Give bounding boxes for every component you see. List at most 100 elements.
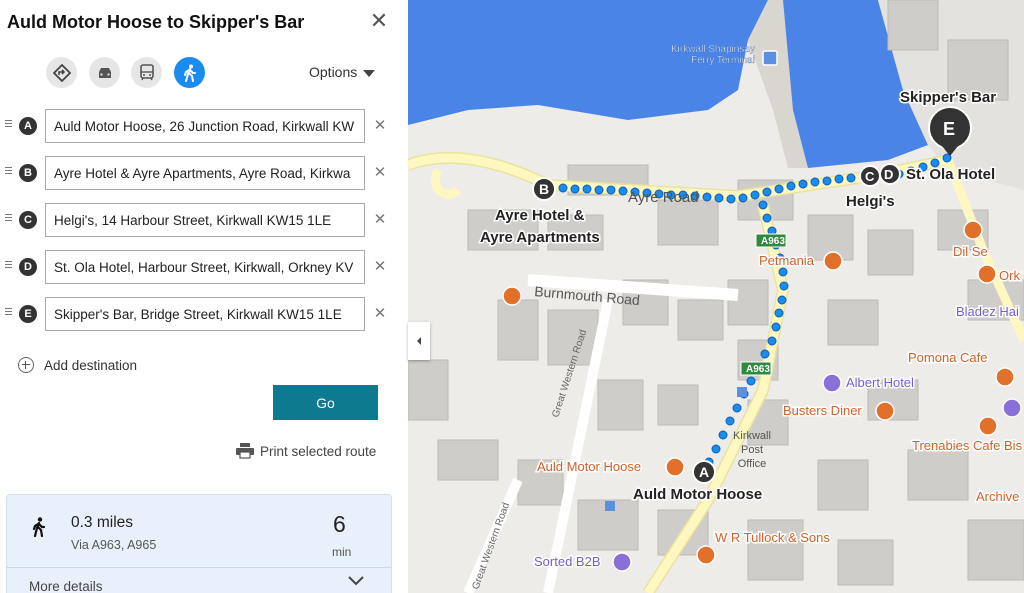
ferry-label: Ferry Terminal xyxy=(691,55,755,66)
chevron-left-icon xyxy=(417,337,421,345)
restaurant-icon[interactable] xyxy=(978,416,998,436)
go-button[interactable]: Go xyxy=(273,385,378,420)
more-details-link[interactable]: More details xyxy=(29,579,103,593)
poi-label: Albert Hotel xyxy=(846,375,914,390)
shield-label: A963 xyxy=(746,364,770,375)
poi-label: Sorted B2B xyxy=(534,554,601,569)
remove-waypoint-icon[interactable]: ✕ xyxy=(373,305,387,323)
add-destination-button[interactable]: Add destination xyxy=(18,357,137,373)
poi-label: Trenabies Cafe Bis xyxy=(912,438,1023,453)
maps-app: Auld Motor Hoose to Skipper's Bar ✕ Opti… xyxy=(0,0,1024,593)
poi-label: Kirkwall xyxy=(733,430,771,442)
poi-label: Bladez Hai xyxy=(956,304,1019,319)
route-distance: 0.3 miles xyxy=(71,514,134,531)
pin-letter: E xyxy=(943,119,955,139)
drag-handle-icon[interactable] xyxy=(5,214,12,223)
restaurant-icon[interactable] xyxy=(995,367,1015,387)
pin-letter: B xyxy=(539,181,549,197)
directions-mode-button[interactable] xyxy=(46,57,77,88)
pin-d[interactable]: D xyxy=(879,163,901,185)
poi-label: Post xyxy=(741,444,763,456)
poi-label: Petmania xyxy=(759,253,815,268)
remove-waypoint-icon[interactable]: ✕ xyxy=(373,258,387,276)
transit-stop-icon[interactable] xyxy=(605,501,615,511)
ferry-icon[interactable] xyxy=(762,50,778,66)
drag-handle-icon[interactable] xyxy=(5,120,12,129)
fuel-icon[interactable] xyxy=(502,286,522,306)
drag-handle-icon[interactable] xyxy=(5,167,12,176)
walk-mode-button[interactable] xyxy=(174,57,205,88)
options-dropdown[interactable]: Options xyxy=(309,64,376,80)
route-duration-unit: min xyxy=(332,545,352,559)
chevron-down-icon[interactable] xyxy=(347,575,365,587)
route-via: Via A963, A965 xyxy=(71,538,157,552)
car-icon xyxy=(98,67,111,78)
drag-handle-icon[interactable] xyxy=(5,308,12,317)
printer-icon xyxy=(236,443,254,459)
transit-stop-icon[interactable] xyxy=(737,387,747,397)
poi-label: Pomona Cafe xyxy=(908,350,988,365)
pet-shop-icon[interactable] xyxy=(823,251,843,271)
poi-label: Busters Diner xyxy=(783,403,862,418)
remove-waypoint-icon[interactable]: ✕ xyxy=(373,211,387,229)
pin-c[interactable]: C xyxy=(859,165,881,187)
route-shield-a963: A963 xyxy=(740,361,772,376)
transit-mode-button[interactable] xyxy=(131,57,162,88)
waypoint-input-c[interactable] xyxy=(45,203,365,237)
waypoint-row-a: A ✕ xyxy=(0,108,400,144)
add-destination-label: Add destination xyxy=(44,357,138,373)
waypoint-badge: E xyxy=(19,305,37,323)
waypoint-badge: C xyxy=(19,211,37,229)
waypoint-row-d: D ✕ xyxy=(0,249,400,285)
close-icon[interactable]: ✕ xyxy=(368,10,390,32)
drag-handle-icon[interactable] xyxy=(5,261,12,270)
road-label: Ayre Road xyxy=(628,189,699,206)
transit-icon xyxy=(139,64,154,81)
print-label: Print selected route xyxy=(260,443,377,459)
place-label: Helgi's xyxy=(846,193,895,210)
page-title: Auld Motor Hoose to Skipper's Bar xyxy=(7,12,305,32)
restaurant-icon[interactable] xyxy=(977,264,997,284)
waypoint-input-b[interactable] xyxy=(45,156,365,190)
place-label: Auld Motor Hoose xyxy=(633,486,762,503)
pin-b[interactable]: B xyxy=(532,177,556,201)
waypoint-input-e[interactable] xyxy=(45,297,365,331)
waypoint-badge: B xyxy=(19,164,37,182)
collapse-panel-button[interactable] xyxy=(408,322,430,360)
map-view[interactable]: Ayre Road Burnmouth Road Great Western R… xyxy=(408,0,1024,593)
waypoint-input-a[interactable] xyxy=(45,109,365,143)
print-route-button[interactable]: Print selected route xyxy=(236,443,376,459)
waypoint-row-c: C ✕ xyxy=(0,202,400,238)
bar-icon[interactable] xyxy=(665,457,685,477)
hotel-icon[interactable] xyxy=(822,373,842,393)
chevron-down-icon xyxy=(363,69,376,77)
map-canvas: Ayre Road Burnmouth Road Great Western R… xyxy=(408,0,1024,593)
poi-label: Dil Se xyxy=(953,244,988,259)
place-label: Ayre Hotel & xyxy=(495,207,585,224)
plus-circle-icon xyxy=(18,357,34,373)
pin-letter: C xyxy=(865,169,875,184)
pin-letter: A xyxy=(699,464,709,480)
place-label: Skipper's Bar xyxy=(900,89,996,106)
route-summary-card[interactable]: 0.3 miles Via A963, A965 6 min More deta… xyxy=(6,494,392,593)
poi-label: Archive xyxy=(976,489,1019,504)
restaurant-icon[interactable] xyxy=(963,220,983,240)
poi-label: Ork xyxy=(999,268,1020,283)
waypoint-input-d[interactable] xyxy=(45,250,365,284)
poi-label: Office xyxy=(738,458,767,470)
remove-waypoint-icon[interactable]: ✕ xyxy=(373,117,387,135)
pin-letter: D xyxy=(884,167,893,182)
directions-icon xyxy=(52,63,71,82)
car-mode-button[interactable] xyxy=(89,57,120,88)
tools-icon[interactable] xyxy=(696,545,716,565)
shop-icon[interactable] xyxy=(1002,398,1022,418)
waypoint-badge: A xyxy=(19,117,37,135)
lodging-icon[interactable] xyxy=(612,552,632,572)
pin-a[interactable]: A xyxy=(692,460,716,484)
restaurant-icon[interactable] xyxy=(875,401,895,421)
directions-panel: Auld Motor Hoose to Skipper's Bar ✕ Opti… xyxy=(0,0,408,593)
route-shield-a963: A963 xyxy=(755,233,787,248)
walk-icon xyxy=(183,64,196,82)
walk-icon xyxy=(32,517,46,537)
remove-waypoint-icon[interactable]: ✕ xyxy=(373,164,387,182)
